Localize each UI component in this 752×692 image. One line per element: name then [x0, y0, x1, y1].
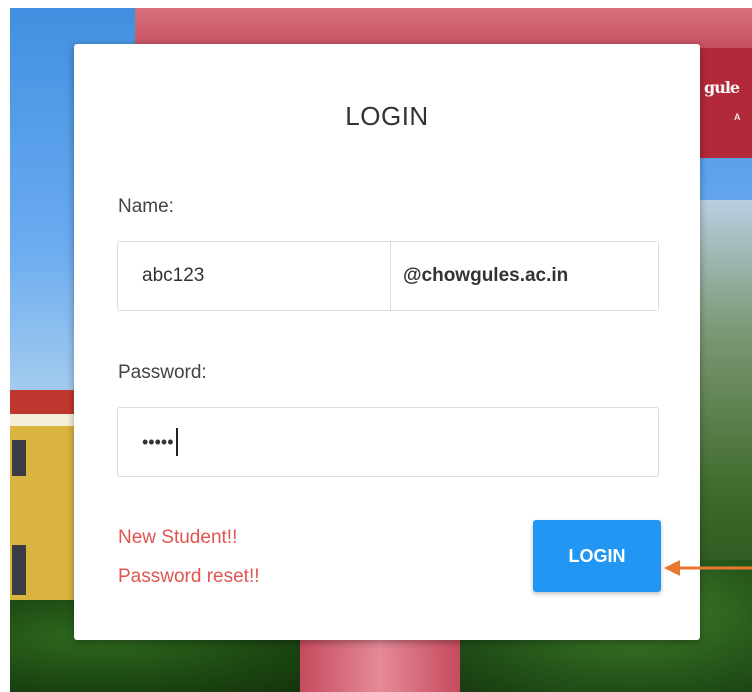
background-gate-subtext: A: [734, 112, 741, 122]
text-cursor: [175, 428, 178, 456]
password-reset-link[interactable]: Password reset!!: [118, 566, 260, 588]
new-student-link[interactable]: New Student!!: [118, 527, 237, 549]
name-input-group: @chowgules.ac.in: [117, 241, 659, 311]
password-label: Password:: [118, 362, 207, 383]
password-input[interactable]: •••••: [117, 407, 659, 477]
login-screen: gule A LOGIN Name: @chowgules.ac.in Pass…: [0, 0, 752, 692]
background-trees-right-edge: [700, 200, 752, 620]
name-input[interactable]: [118, 242, 390, 310]
background-gate-text: gule: [704, 78, 740, 97]
background-gate-top: [135, 8, 752, 48]
background-frame-left: [0, 0, 10, 692]
login-card: LOGIN Name: @chowgules.ac.in Password: •…: [74, 44, 700, 640]
login-button[interactable]: LOGIN: [533, 520, 661, 592]
background-frame-top: [0, 0, 752, 8]
arrow-annotation-icon: [664, 560, 752, 576]
password-mask: •••••: [142, 431, 174, 452]
email-domain-addon: @chowgules.ac.in: [391, 242, 658, 310]
background-window: [12, 440, 26, 476]
background-window: [12, 545, 26, 595]
name-label: Name:: [118, 196, 174, 217]
login-title: LOGIN: [345, 101, 429, 131]
